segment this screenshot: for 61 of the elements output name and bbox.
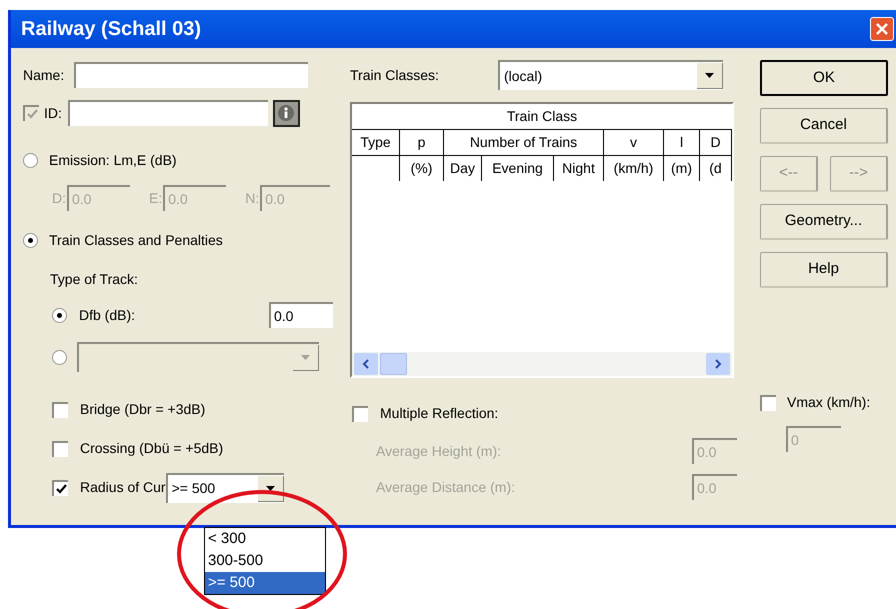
checkbox[interactable] [352,406,368,422]
unit-header: (%) [400,156,444,181]
scroll-right-icon[interactable] [706,353,730,375]
name-field[interactable] [74,62,308,88]
radius-dropdown[interactable]: >= 500 [166,472,284,502]
field-label: D: [52,188,66,208]
column-header: p [400,130,444,155]
horizontal-scrollbar[interactable] [352,352,732,376]
option-label: Radius of Cur [80,478,166,497]
checkbox[interactable] [52,480,68,496]
train-classes-dropdown[interactable]: (local) [498,60,723,90]
option-label: Vmax (km/h): [787,393,870,412]
close-button[interactable] [870,17,894,41]
column-header: Number of Trains [444,130,604,155]
unit-header: (d [700,156,732,181]
dropdown-option[interactable]: >= 500 [205,572,325,594]
dropdown-arrow-icon[interactable] [705,73,714,78]
dropdown-arrow-icon[interactable] [266,486,275,490]
radio-button[interactable] [52,308,67,322]
column-header: Day [444,156,482,181]
column-group-header: Train Class [506,107,578,126]
dialog-button[interactable]: Geometry... [760,204,888,240]
field-label: Average Height (m): [376,442,502,461]
field-label: Name: [23,66,64,84]
column-header: l [664,130,700,155]
dialog-button[interactable]: Help [760,252,888,288]
dialog-button[interactable]: Cancel [760,108,888,144]
dropdown-option[interactable]: 300-500 [205,550,325,572]
close-icon [876,23,888,35]
option-label: Crossing (Dbü = +5dB) [80,439,224,458]
dialog-button[interactable]: OK [760,60,888,96]
option-label: Multiple Reflection: [380,404,498,423]
field-label: E: [149,188,162,208]
column-header: Type [352,130,400,155]
unit-header: (km/h) [604,156,664,181]
option-label: Train Classes and Penalties [49,230,223,250]
field-label: Train Classes: [350,66,440,84]
column-header: v [604,130,664,155]
column-header: Evening [482,156,554,181]
scroll-thumb[interactable] [380,353,407,375]
info-button[interactable] [272,100,300,126]
column-header: D [700,130,732,155]
field-label: ID: [44,104,62,120]
window-title: Railway (Schall 03) [21,17,202,42]
radio-button[interactable] [23,232,38,248]
checkbox[interactable] [52,402,68,418]
section-label: Type of Track: [50,270,138,289]
id-field[interactable] [68,100,268,126]
radio-button[interactable] [23,152,38,168]
field-label: Average Distance (m): [376,478,516,497]
option-label: Dfb (dB): [79,306,136,325]
dropdown-option[interactable]: < 300 [205,528,325,550]
scroll-left-icon[interactable] [354,353,378,375]
unit-header: (m) [664,156,700,181]
option-label: Emission: Lm,E (dB) [49,150,177,170]
info-icon [277,104,296,122]
option-label: Bridge (Dbr = +3dB) [80,400,206,419]
field-label: N: [245,188,260,208]
dfb-field[interactable]: 0.0 [269,302,333,328]
column-header: Night [554,156,604,181]
checkbox[interactable] [52,440,68,456]
